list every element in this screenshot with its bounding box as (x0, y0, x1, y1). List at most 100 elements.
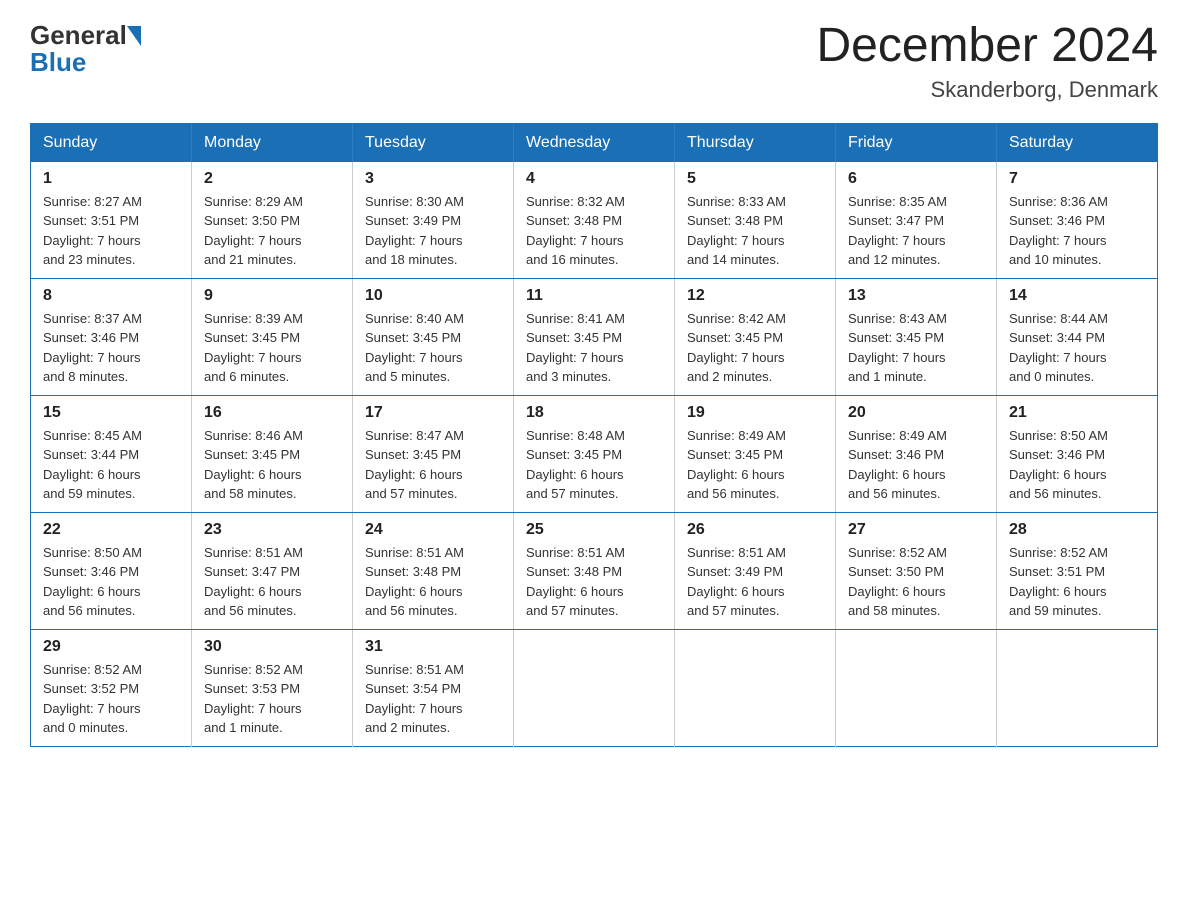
calendar-table: SundayMondayTuesdayWednesdayThursdayFrid… (30, 123, 1158, 747)
logo-arrow-icon (127, 26, 141, 46)
day-number: 13 (848, 287, 984, 305)
day-number: 31 (365, 638, 501, 656)
calendar-cell: 12 Sunrise: 8:42 AM Sunset: 3:45 PM Dayl… (675, 278, 836, 395)
day-number: 9 (204, 287, 340, 305)
calendar-cell: 20 Sunrise: 8:49 AM Sunset: 3:46 PM Dayl… (836, 395, 997, 512)
calendar-cell: 30 Sunrise: 8:52 AM Sunset: 3:53 PM Dayl… (192, 629, 353, 746)
month-title: December 2024 (816, 20, 1158, 73)
calendar-cell: 2 Sunrise: 8:29 AM Sunset: 3:50 PM Dayli… (192, 162, 353, 279)
day-info: Sunrise: 8:37 AM Sunset: 3:46 PM Dayligh… (43, 309, 179, 387)
calendar-cell: 15 Sunrise: 8:45 AM Sunset: 3:44 PM Dayl… (31, 395, 192, 512)
day-number: 17 (365, 404, 501, 422)
day-info: Sunrise: 8:49 AM Sunset: 3:45 PM Dayligh… (687, 426, 823, 504)
day-number: 28 (1009, 521, 1145, 539)
day-number: 29 (43, 638, 179, 656)
calendar-cell: 9 Sunrise: 8:39 AM Sunset: 3:45 PM Dayli… (192, 278, 353, 395)
column-header-tuesday: Tuesday (353, 123, 514, 162)
calendar-cell: 11 Sunrise: 8:41 AM Sunset: 3:45 PM Dayl… (514, 278, 675, 395)
day-info: Sunrise: 8:41 AM Sunset: 3:45 PM Dayligh… (526, 309, 662, 387)
column-header-monday: Monday (192, 123, 353, 162)
day-info: Sunrise: 8:52 AM Sunset: 3:52 PM Dayligh… (43, 660, 179, 738)
logo: General Blue (30, 20, 141, 78)
calendar-cell: 25 Sunrise: 8:51 AM Sunset: 3:48 PM Dayl… (514, 512, 675, 629)
calendar-cell (675, 629, 836, 746)
day-info: Sunrise: 8:40 AM Sunset: 3:45 PM Dayligh… (365, 309, 501, 387)
day-info: Sunrise: 8:46 AM Sunset: 3:45 PM Dayligh… (204, 426, 340, 504)
calendar-cell: 5 Sunrise: 8:33 AM Sunset: 3:48 PM Dayli… (675, 162, 836, 279)
calendar-week-row: 29 Sunrise: 8:52 AM Sunset: 3:52 PM Dayl… (31, 629, 1158, 746)
title-area: December 2024 Skanderborg, Denmark (816, 20, 1158, 103)
calendar-cell (514, 629, 675, 746)
day-info: Sunrise: 8:52 AM Sunset: 3:50 PM Dayligh… (848, 543, 984, 621)
calendar-cell: 18 Sunrise: 8:48 AM Sunset: 3:45 PM Dayl… (514, 395, 675, 512)
calendar-cell: 26 Sunrise: 8:51 AM Sunset: 3:49 PM Dayl… (675, 512, 836, 629)
calendar-cell: 4 Sunrise: 8:32 AM Sunset: 3:48 PM Dayli… (514, 162, 675, 279)
calendar-cell (997, 629, 1158, 746)
day-number: 18 (526, 404, 662, 422)
column-header-thursday: Thursday (675, 123, 836, 162)
calendar-header-row: SundayMondayTuesdayWednesdayThursdayFrid… (31, 123, 1158, 162)
calendar-week-row: 22 Sunrise: 8:50 AM Sunset: 3:46 PM Dayl… (31, 512, 1158, 629)
day-number: 16 (204, 404, 340, 422)
day-info: Sunrise: 8:47 AM Sunset: 3:45 PM Dayligh… (365, 426, 501, 504)
calendar-cell: 28 Sunrise: 8:52 AM Sunset: 3:51 PM Dayl… (997, 512, 1158, 629)
calendar-cell: 13 Sunrise: 8:43 AM Sunset: 3:45 PM Dayl… (836, 278, 997, 395)
day-info: Sunrise: 8:51 AM Sunset: 3:54 PM Dayligh… (365, 660, 501, 738)
calendar-cell: 14 Sunrise: 8:44 AM Sunset: 3:44 PM Dayl… (997, 278, 1158, 395)
day-number: 20 (848, 404, 984, 422)
day-number: 21 (1009, 404, 1145, 422)
calendar-week-row: 8 Sunrise: 8:37 AM Sunset: 3:46 PM Dayli… (31, 278, 1158, 395)
day-number: 10 (365, 287, 501, 305)
calendar-cell: 23 Sunrise: 8:51 AM Sunset: 3:47 PM Dayl… (192, 512, 353, 629)
day-number: 15 (43, 404, 179, 422)
column-header-friday: Friday (836, 123, 997, 162)
day-number: 24 (365, 521, 501, 539)
day-number: 23 (204, 521, 340, 539)
day-number: 11 (526, 287, 662, 305)
day-number: 1 (43, 170, 179, 188)
day-number: 5 (687, 170, 823, 188)
day-number: 27 (848, 521, 984, 539)
day-info: Sunrise: 8:44 AM Sunset: 3:44 PM Dayligh… (1009, 309, 1145, 387)
day-info: Sunrise: 8:33 AM Sunset: 3:48 PM Dayligh… (687, 192, 823, 270)
day-info: Sunrise: 8:51 AM Sunset: 3:48 PM Dayligh… (365, 543, 501, 621)
day-number: 30 (204, 638, 340, 656)
day-info: Sunrise: 8:35 AM Sunset: 3:47 PM Dayligh… (848, 192, 984, 270)
calendar-cell: 31 Sunrise: 8:51 AM Sunset: 3:54 PM Dayl… (353, 629, 514, 746)
calendar-cell: 22 Sunrise: 8:50 AM Sunset: 3:46 PM Dayl… (31, 512, 192, 629)
day-info: Sunrise: 8:27 AM Sunset: 3:51 PM Dayligh… (43, 192, 179, 270)
calendar-week-row: 15 Sunrise: 8:45 AM Sunset: 3:44 PM Dayl… (31, 395, 1158, 512)
day-info: Sunrise: 8:49 AM Sunset: 3:46 PM Dayligh… (848, 426, 984, 504)
day-info: Sunrise: 8:42 AM Sunset: 3:45 PM Dayligh… (687, 309, 823, 387)
calendar-cell: 16 Sunrise: 8:46 AM Sunset: 3:45 PM Dayl… (192, 395, 353, 512)
calendar-cell: 17 Sunrise: 8:47 AM Sunset: 3:45 PM Dayl… (353, 395, 514, 512)
day-info: Sunrise: 8:29 AM Sunset: 3:50 PM Dayligh… (204, 192, 340, 270)
calendar-week-row: 1 Sunrise: 8:27 AM Sunset: 3:51 PM Dayli… (31, 162, 1158, 279)
day-info: Sunrise: 8:48 AM Sunset: 3:45 PM Dayligh… (526, 426, 662, 504)
day-info: Sunrise: 8:52 AM Sunset: 3:53 PM Dayligh… (204, 660, 340, 738)
calendar-cell: 27 Sunrise: 8:52 AM Sunset: 3:50 PM Dayl… (836, 512, 997, 629)
calendar-cell: 1 Sunrise: 8:27 AM Sunset: 3:51 PM Dayli… (31, 162, 192, 279)
day-number: 4 (526, 170, 662, 188)
calendar-cell: 8 Sunrise: 8:37 AM Sunset: 3:46 PM Dayli… (31, 278, 192, 395)
day-info: Sunrise: 8:39 AM Sunset: 3:45 PM Dayligh… (204, 309, 340, 387)
day-info: Sunrise: 8:30 AM Sunset: 3:49 PM Dayligh… (365, 192, 501, 270)
calendar-cell: 19 Sunrise: 8:49 AM Sunset: 3:45 PM Dayl… (675, 395, 836, 512)
calendar-cell: 10 Sunrise: 8:40 AM Sunset: 3:45 PM Dayl… (353, 278, 514, 395)
column-header-wednesday: Wednesday (514, 123, 675, 162)
day-number: 8 (43, 287, 179, 305)
day-info: Sunrise: 8:32 AM Sunset: 3:48 PM Dayligh… (526, 192, 662, 270)
day-number: 3 (365, 170, 501, 188)
day-number: 19 (687, 404, 823, 422)
calendar-cell: 24 Sunrise: 8:51 AM Sunset: 3:48 PM Dayl… (353, 512, 514, 629)
day-info: Sunrise: 8:52 AM Sunset: 3:51 PM Dayligh… (1009, 543, 1145, 621)
day-number: 25 (526, 521, 662, 539)
day-number: 7 (1009, 170, 1145, 188)
calendar-cell: 21 Sunrise: 8:50 AM Sunset: 3:46 PM Dayl… (997, 395, 1158, 512)
day-number: 6 (848, 170, 984, 188)
page-header: General Blue December 2024 Skanderborg, … (30, 20, 1158, 103)
day-number: 12 (687, 287, 823, 305)
column-header-saturday: Saturday (997, 123, 1158, 162)
day-number: 26 (687, 521, 823, 539)
column-header-sunday: Sunday (31, 123, 192, 162)
